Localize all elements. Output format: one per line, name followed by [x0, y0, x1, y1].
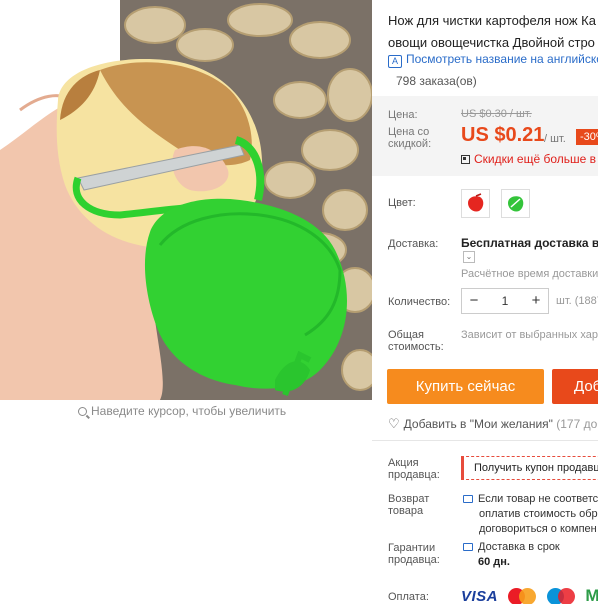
quantity-input[interactable]: 1	[486, 289, 524, 313]
return-line-1: Если товар не соответст	[478, 493, 598, 505]
app-promo-text: Скидки ещё больше в пр	[474, 152, 598, 166]
discount-price-label-line-1: Цена со	[388, 126, 430, 138]
return-icon	[463, 495, 473, 503]
return-label-line-1: Возврат	[388, 493, 430, 505]
seller-promo-label-line-2: продавца:	[388, 469, 440, 481]
maestro-logo	[546, 587, 575, 604]
app-promo-link[interactable]: Скидки ещё больше в пр	[461, 152, 598, 166]
mir-logo: МИ	[585, 586, 598, 604]
product-info-panel: Нож для чистки картофеля нож Ка овощи ов…	[372, 0, 598, 604]
red-peeler-thumbnail	[468, 193, 484, 212]
total-label-line-1: Общая	[388, 329, 424, 341]
divider	[372, 440, 598, 441]
return-policy: Если товар не соответст оплатив стоимост…	[463, 492, 598, 537]
visa-logo: VISA	[461, 587, 499, 604]
payment-methods: VISA МИ	[461, 586, 598, 604]
quantity-minus-button[interactable]: −	[462, 289, 486, 313]
guarantee-label: Гарантии продавца:	[388, 542, 440, 566]
guarantee-value: Доставка в срок	[463, 541, 560, 553]
add-to-wishlist-link[interactable]: ♡Добавить в "Мои желания" (177 доба	[388, 416, 598, 432]
payment-label: Оплата:	[388, 591, 429, 603]
return-label-line-2: товара	[388, 505, 424, 517]
qr-code-icon	[461, 155, 470, 164]
mastercard-logo	[508, 587, 537, 604]
price-box: Цена: US $0.30 / шт. Цена со скидкой: US…	[372, 96, 598, 176]
quantity-label: Количество:	[388, 296, 451, 308]
translate-title-link[interactable]: A Посмотреть название на английском	[388, 52, 598, 68]
orders-count: 798 заказа(ов)	[396, 74, 477, 88]
delivery-estimate: Расчётное время доставки:	[461, 268, 598, 280]
chevron-down-icon[interactable]: ⌄	[463, 251, 475, 263]
search-icon	[78, 407, 87, 416]
quantity-plus-button[interactable]: +	[524, 289, 548, 313]
guarantee-label-line-2: продавца:	[388, 554, 440, 566]
shipping-value: Бесплатная доставка в Ru	[461, 236, 598, 250]
return-line-2: оплатив стоимость обра	[479, 508, 598, 520]
product-photo	[0, 0, 372, 400]
get-coupon-button[interactable]: Получить купон продавц	[461, 456, 598, 480]
price-per-unit: / шт.	[544, 133, 566, 145]
discount-badge: -30%	[576, 129, 598, 145]
price-label: Цена:	[388, 109, 418, 121]
total-value: Зависит от выбранных хара	[461, 329, 598, 341]
product-image[interactable]	[0, 0, 372, 400]
return-label: Возврат товара	[388, 493, 429, 517]
color-swatch-green[interactable]	[501, 189, 530, 218]
total-label-line-2: стоимость:	[388, 341, 444, 353]
discount-price: US $0.21	[461, 124, 545, 146]
translate-link-text: Посмотреть название на английском	[406, 52, 598, 66]
wishlist-text: Добавить в "Мои желания"	[403, 417, 553, 431]
seller-promo-label: Акция продавца:	[388, 457, 440, 481]
old-price: US $0.30 / шт.	[461, 108, 532, 120]
discount-price-label-line-2: скидкой:	[388, 138, 432, 150]
green-peeler-thumbnail	[508, 196, 524, 212]
product-title-line-1: Нож для чистки картофеля нож Ка	[388, 13, 596, 28]
seller-promo-label-line-1: Акция	[388, 457, 419, 469]
quantity-stepper: − 1 +	[461, 288, 549, 314]
total-label: Общая стоимость:	[388, 329, 444, 353]
zoom-hint: Наведите курсор, чтобы увеличить	[78, 404, 286, 418]
guarantee-value-text: Доставка в срок	[478, 541, 560, 553]
translate-icon: A	[388, 55, 402, 68]
color-label: Цвет:	[388, 197, 416, 209]
return-line-3: договориться о компен	[479, 523, 597, 535]
add-to-cart-button[interactable]: Доб	[552, 369, 598, 404]
heart-icon: ♡	[388, 416, 400, 431]
product-title: Нож для чистки картофеля нож Ка овощи ов…	[388, 10, 598, 54]
product-title-line-2: овощи овощечистка Двойной стро	[388, 35, 595, 50]
guarantee-label-line-1: Гарантии	[388, 542, 436, 554]
shipping-label: Доставка:	[388, 238, 439, 250]
zoom-hint-text: Наведите курсор, чтобы увеличить	[91, 404, 287, 418]
guarantee-days: 60 дн.	[478, 556, 510, 568]
color-swatch-red[interactable]	[461, 189, 490, 218]
wishlist-count: (177 доба	[556, 417, 598, 431]
buy-now-button[interactable]: Купить сейчас	[387, 369, 544, 404]
discount-price-label: Цена со скидкой:	[388, 126, 431, 150]
quantity-available: шт. (1887	[556, 295, 598, 307]
delivery-icon	[463, 543, 473, 551]
